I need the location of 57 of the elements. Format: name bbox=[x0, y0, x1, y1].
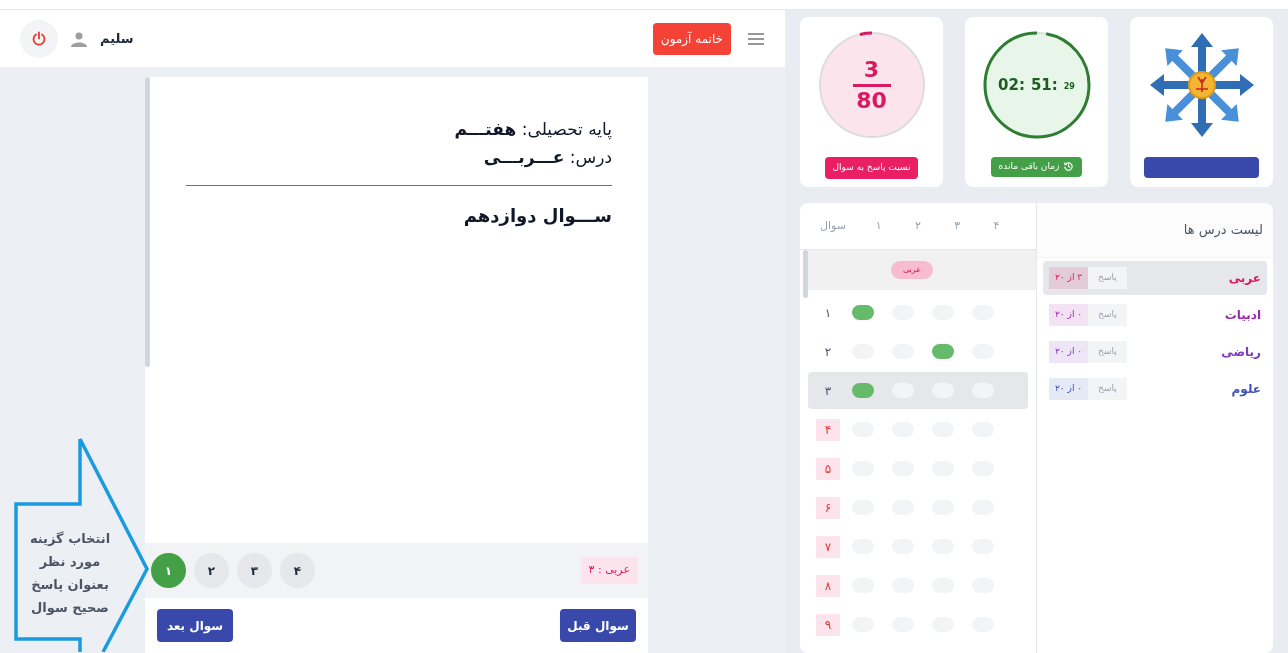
column-header: ۲ bbox=[914, 217, 922, 234]
timer-minutes: 51: bbox=[1030, 74, 1058, 96]
lesson-item[interactable]: ادبیات پاسخ ۰ از ۲۰ bbox=[1043, 298, 1267, 332]
answer-label: پاسخ bbox=[1088, 304, 1127, 326]
column-header: سوال bbox=[820, 217, 847, 234]
question-number[interactable]: ۸ bbox=[816, 574, 840, 597]
question-title: ســـوال دوازدهم bbox=[462, 204, 612, 229]
answer-label: پاسخ bbox=[1088, 341, 1127, 363]
progress-badge: ۳ از ۲۰ bbox=[1049, 267, 1089, 289]
answer-bubble[interactable] bbox=[852, 305, 874, 320]
progress-badge: ۰ از ۲۰ bbox=[1049, 341, 1089, 363]
user-name: سلیم bbox=[100, 29, 134, 48]
question-number[interactable]: ۷ bbox=[816, 535, 840, 558]
previous-question-button[interactable]: سوال قبل bbox=[560, 609, 636, 642]
power-button[interactable] bbox=[20, 19, 58, 58]
history-icon bbox=[1063, 161, 1075, 173]
answer-bubble[interactable] bbox=[932, 344, 954, 359]
column-header: ۴ bbox=[992, 217, 1001, 234]
answer-label: پاسخ bbox=[1088, 378, 1127, 400]
answer-option[interactable]: ۲ bbox=[194, 553, 229, 588]
menu-icon[interactable] bbox=[747, 31, 765, 46]
answered-label: نسبت پاسخ به سوال bbox=[824, 157, 919, 179]
answered-count: 3 bbox=[863, 57, 880, 82]
lesson-item[interactable]: ریاضی پاسخ ۰ از ۲۰ bbox=[1043, 335, 1267, 369]
power-icon bbox=[31, 30, 47, 47]
column-header: ۱ bbox=[874, 217, 883, 234]
section-tag: عربی bbox=[890, 261, 934, 279]
question-number[interactable]: ۳ bbox=[816, 381, 840, 400]
question-number[interactable]: ۹ bbox=[816, 613, 840, 636]
grade-text: پایه تحصیلی: هفتـــم bbox=[453, 118, 612, 142]
annotation-text: انتخاب گزینه مورد نظر بعنوان پاسخ صحیح سوال bbox=[28, 530, 112, 617]
answer-option[interactable]: ۱ bbox=[151, 553, 186, 588]
next-question-button[interactable]: سوال بعد bbox=[157, 609, 233, 642]
answer-option[interactable]: ۳ bbox=[237, 553, 272, 588]
selected-row[interactable]: ۳ bbox=[808, 372, 1028, 409]
progress-badge: ۰ از ۲۰ bbox=[1049, 378, 1089, 400]
question-number[interactable]: ۲ bbox=[816, 342, 840, 361]
end-exam-button[interactable]: خاتمه آزمون bbox=[652, 22, 731, 55]
timer-label: زمان باقی مانده bbox=[990, 157, 1083, 177]
answer-option[interactable]: ۴ bbox=[280, 553, 315, 588]
answer-bubble[interactable] bbox=[852, 383, 874, 398]
question-number[interactable]: ۱ bbox=[816, 303, 840, 322]
lesson-tag: عربی : ۳ bbox=[580, 557, 638, 584]
lesson-item[interactable]: علوم پاسخ ۰ از ۲۰ bbox=[1043, 372, 1267, 406]
question-number[interactable]: ۴ bbox=[816, 418, 840, 441]
question-number[interactable]: ۵ bbox=[816, 457, 840, 480]
answer-label: پاسخ bbox=[1088, 267, 1127, 289]
lesson-item[interactable]: عربی پاسخ ۳ از ۲۰ bbox=[1043, 261, 1267, 295]
lesson-text: درس: عـــربـــی bbox=[482, 146, 612, 170]
question-number[interactable]: ۶ bbox=[816, 496, 840, 519]
total-count: 80 bbox=[856, 88, 887, 113]
lesson-list-title: لیست درس ها bbox=[1183, 221, 1263, 240]
timer-hours: 02: bbox=[998, 74, 1025, 96]
column-header: ۳ bbox=[953, 217, 962, 234]
timer-seconds: 29 bbox=[1063, 81, 1075, 93]
progress-badge: ۰ از ۲۰ bbox=[1049, 304, 1089, 326]
user-icon bbox=[70, 30, 88, 47]
